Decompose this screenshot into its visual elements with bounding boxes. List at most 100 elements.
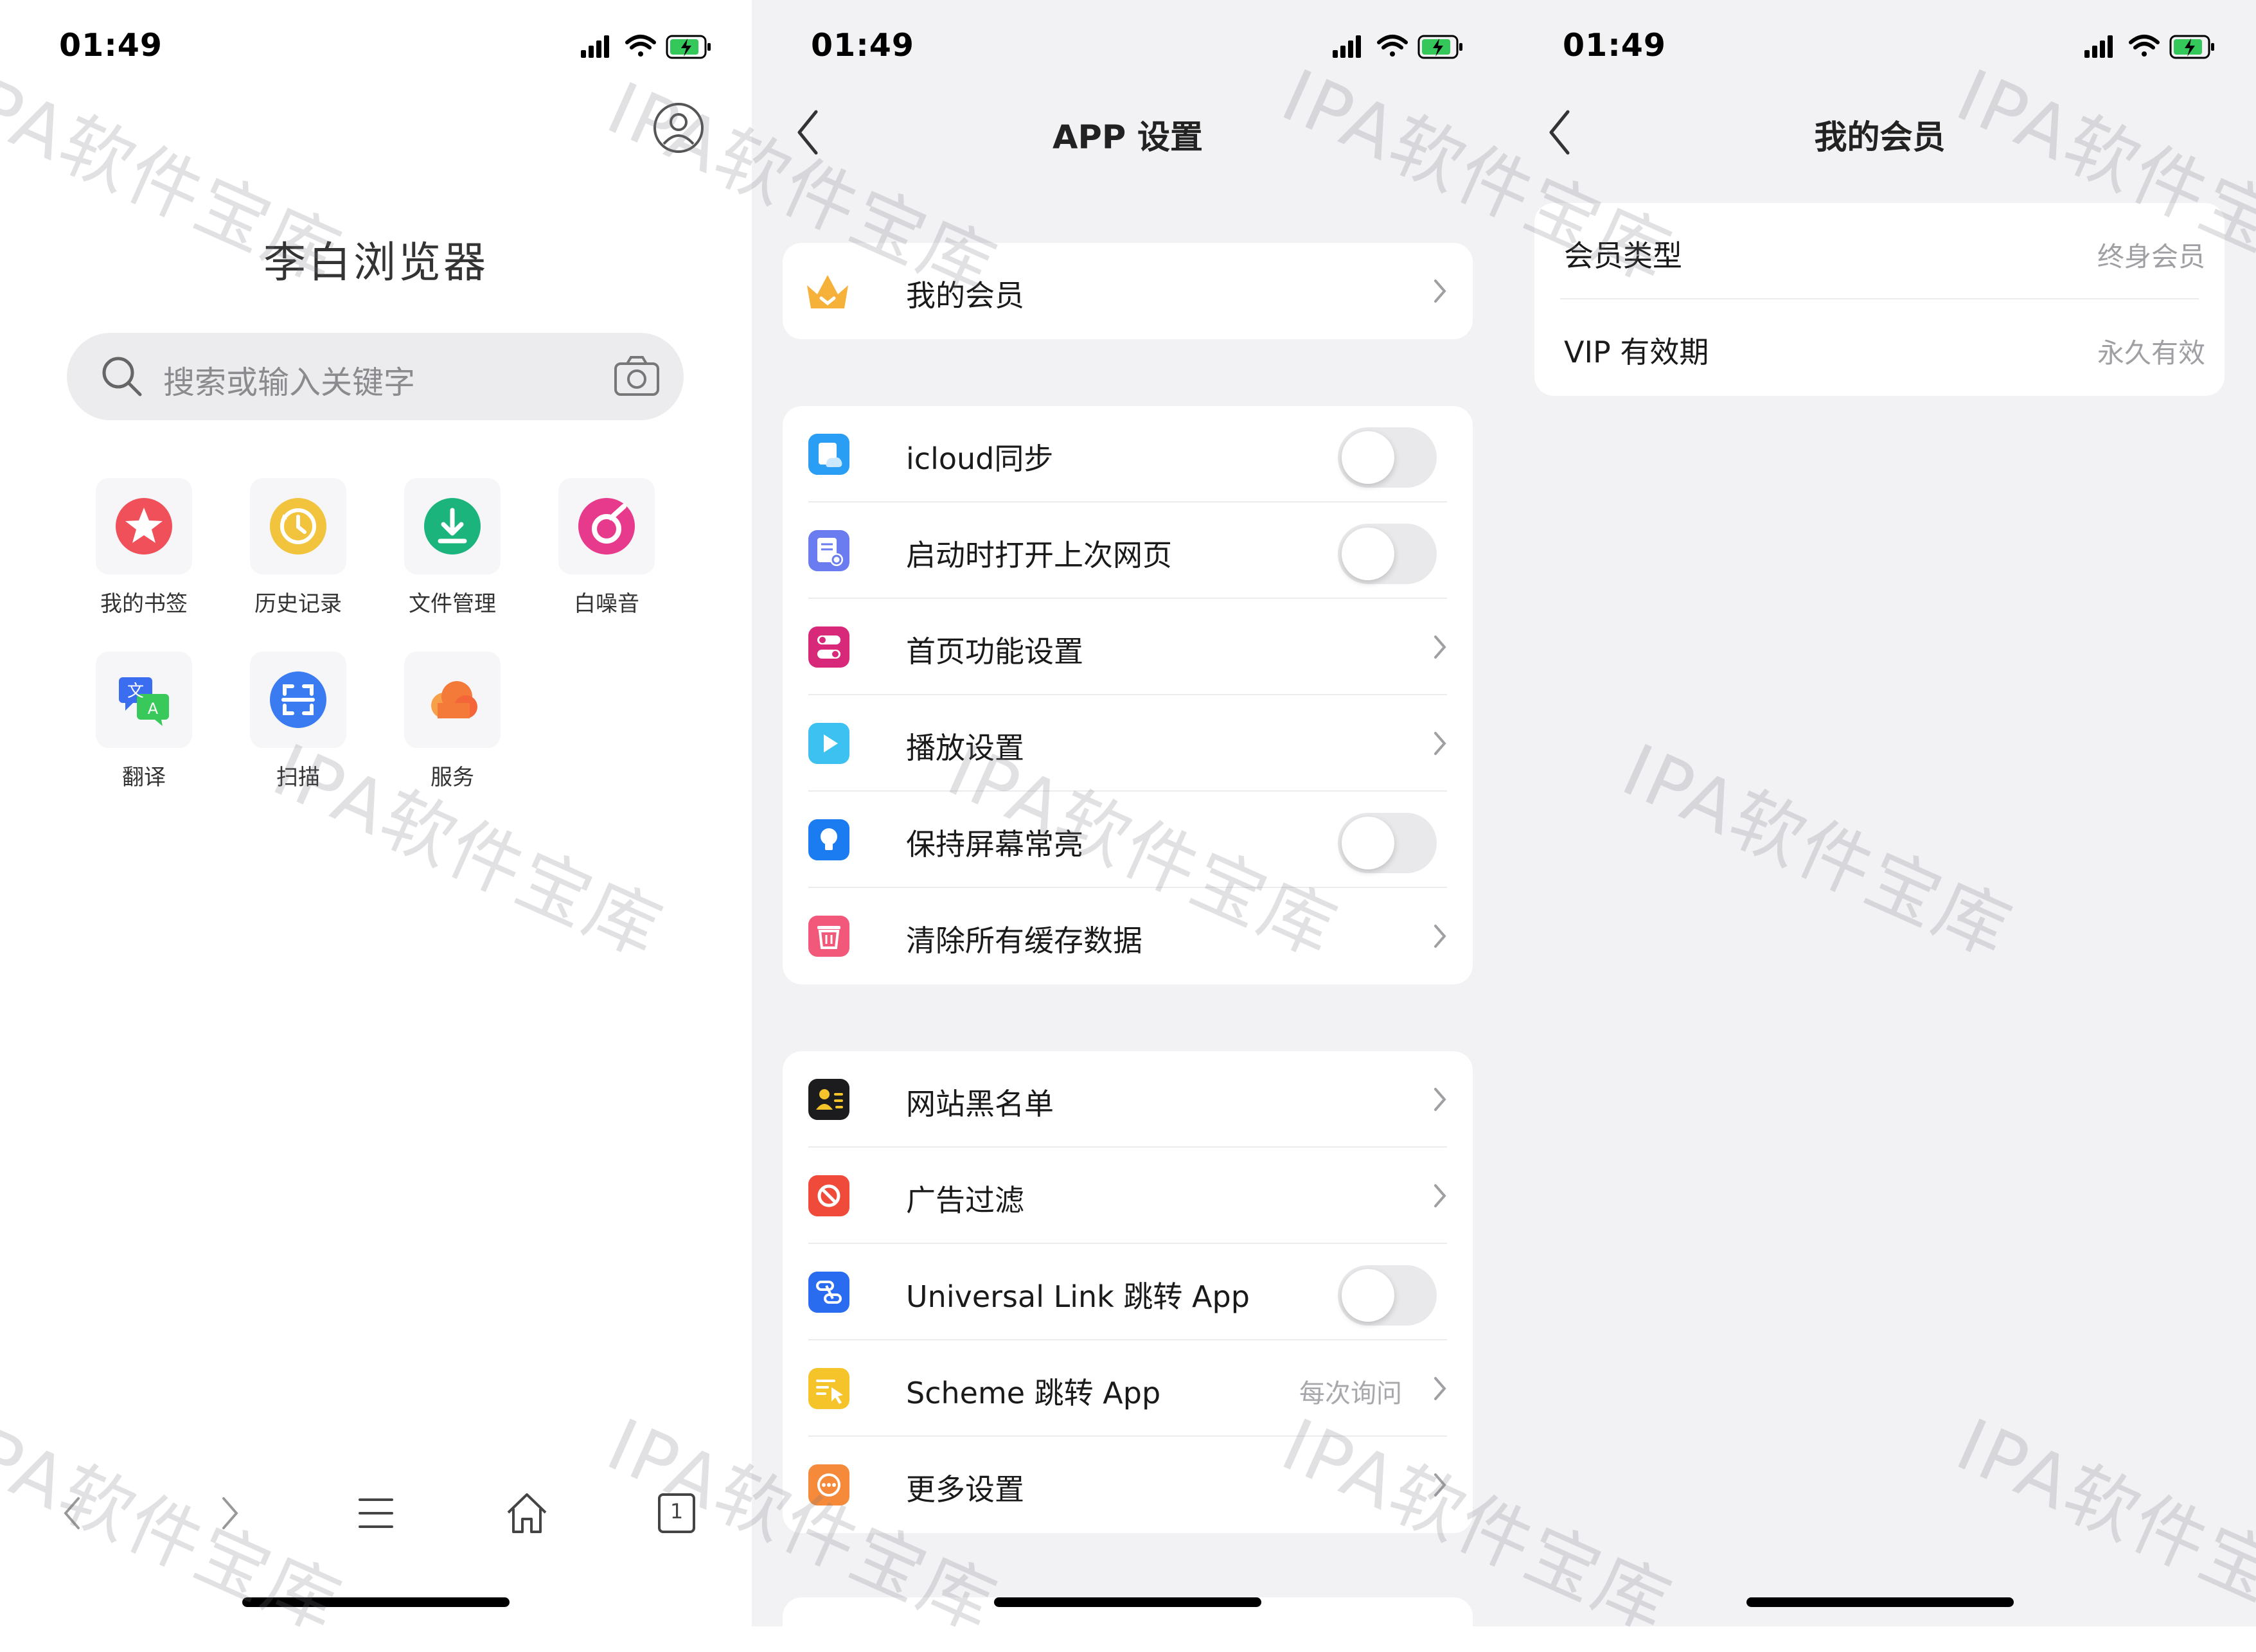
settings-row-membership[interactable]: 我的会员	[783, 243, 1473, 339]
translate-icon: 文 A	[119, 677, 169, 726]
chevron-right-icon	[1434, 925, 1446, 948]
row-label: 启动时打开上次网页	[906, 538, 1172, 573]
scheme-icon	[808, 1368, 849, 1409]
profile-icon[interactable]	[652, 102, 705, 154]
chevron-right-icon	[1434, 635, 1446, 659]
tile	[96, 478, 192, 574]
crown-icon	[807, 275, 848, 308]
block-icon	[808, 1175, 849, 1216]
restore-last-page-toggle[interactable]	[1338, 524, 1437, 584]
shortcut-history[interactable]: 历史记录	[234, 478, 362, 617]
tile	[250, 652, 346, 748]
membership-card[interactable]: 我的会员	[783, 243, 1473, 339]
search-placeholder[interactable]: 搜索或输入关键字	[163, 357, 415, 403]
row-label: 首页功能设置	[906, 634, 1083, 669]
wifi-icon	[625, 35, 656, 57]
keep-screen-on-toggle[interactable]	[1338, 813, 1437, 873]
settings-row-playback[interactable]: 播放设置	[783, 695, 1473, 792]
settings-row-scheme[interactable]: Scheme 跳转 App 每次询问	[783, 1340, 1473, 1437]
wifi-icon	[1377, 35, 1408, 57]
tile: 文 A	[96, 652, 192, 748]
settings-row-keep-screen-on[interactable]: 保持屏幕常亮	[783, 792, 1473, 888]
settings-row-ad-filter[interactable]: 广告过滤	[783, 1148, 1473, 1244]
app-settings-screen: 01:49 APP 设置 我的会员 icloud同步 启动时打开上次网页 首页功…	[752, 0, 1504, 1626]
tile	[250, 478, 346, 574]
shortcut-services[interactable]: 服务	[388, 652, 517, 791]
status-icons	[2084, 31, 2219, 63]
camera-icon[interactable]	[613, 355, 661, 398]
settings-row-icloud-sync[interactable]: icloud同步	[783, 406, 1473, 502]
toggle-knob	[1342, 1269, 1394, 1322]
shortcut-white-noise[interactable]: 白噪音	[542, 478, 671, 617]
wifi-icon	[2129, 35, 2160, 57]
shortcut-files[interactable]: 文件管理	[388, 478, 517, 617]
toggle-knob	[1342, 528, 1394, 580]
home-indicator	[994, 1597, 1261, 1607]
shortcut-bookmarks[interactable]: 我的书签	[80, 478, 208, 617]
status-time: 01:49	[1563, 27, 1666, 64]
settings-row-blacklist[interactable]: 网站黑名单	[783, 1051, 1473, 1148]
chevron-right-icon	[1434, 280, 1446, 303]
tile	[404, 478, 501, 574]
icloud-sync-toggle[interactable]	[1338, 427, 1437, 488]
row-label: 会员类型	[1564, 238, 1682, 273]
shortcut-scan[interactable]: 扫描	[234, 652, 362, 791]
music-icon	[578, 498, 635, 555]
row-label: Scheme 跳转 App	[906, 1376, 1161, 1410]
restore-page-icon	[808, 530, 849, 571]
settings-row-more[interactable]: 更多设置	[783, 1437, 1473, 1533]
shortcut-label: 我的书签	[100, 591, 188, 617]
search-icon	[102, 357, 142, 396]
trash-icon	[808, 916, 849, 957]
app-title: 李白浏览器	[263, 238, 488, 287]
search-bar[interactable]: 搜索或输入关键字	[67, 333, 684, 420]
download-icon	[424, 498, 481, 555]
home-icon[interactable]	[498, 1484, 556, 1542]
row-label: 网站黑名单	[906, 1087, 1054, 1121]
settings-group-general: icloud同步 启动时打开上次网页 首页功能设置 播放设置 保持屏幕常亮 清除…	[783, 406, 1473, 984]
battery-icon	[1417, 35, 1462, 59]
settings-row-clear-cache[interactable]: 清除所有缓存数据	[783, 888, 1473, 984]
bulb-icon	[808, 819, 849, 860]
status-icons	[1333, 31, 1468, 63]
tile	[404, 652, 501, 748]
membership-row-type: 会员类型 终身会员	[1534, 203, 2225, 299]
blacklist-icon	[808, 1079, 849, 1120]
settings-row-restore-last-page[interactable]: 启动时打开上次网页	[783, 502, 1473, 599]
row-value: 永久有效	[2097, 337, 2205, 369]
row-label: 保持屏幕常亮	[906, 827, 1083, 862]
tab-count: 1	[670, 1499, 684, 1523]
signal-icon	[581, 35, 609, 58]
universal-link-toggle[interactable]	[1338, 1265, 1437, 1326]
status-time: 01:49	[811, 27, 914, 64]
star-icon	[116, 498, 172, 555]
link-icon	[808, 1272, 849, 1313]
back-arrow-icon[interactable]	[45, 1484, 103, 1542]
row-label: 我的会员	[906, 278, 1024, 313]
row-label: 清除所有缓存数据	[906, 923, 1142, 958]
home-function-icon	[808, 626, 849, 668]
row-label: 播放设置	[906, 731, 1024, 765]
svg-text:文: 文	[127, 682, 144, 701]
tile	[558, 478, 655, 574]
forward-arrow-icon[interactable]	[199, 1484, 257, 1542]
shortcut-translate[interactable]: 文 A 翻译	[80, 652, 208, 791]
chevron-right-icon	[1434, 1184, 1446, 1207]
status-time: 01:49	[59, 27, 163, 64]
settings-row-universal-link[interactable]: Universal Link 跳转 App	[783, 1244, 1473, 1340]
menu-icon[interactable]	[347, 1484, 405, 1542]
battery-icon	[666, 35, 711, 59]
row-label: VIP 有效期	[1564, 335, 1709, 369]
settings-row-home-functions[interactable]: 首页功能设置	[783, 599, 1473, 695]
play-icon	[808, 723, 849, 764]
bottom-toolbar: 1	[0, 1484, 752, 1542]
row-label: icloud同步	[906, 441, 1054, 476]
membership-info-card: 会员类型 终身会员 VIP 有效期 永久有效	[1534, 203, 2225, 396]
chevron-right-icon	[1434, 1473, 1446, 1497]
shortcut-label: 扫描	[276, 765, 320, 790]
more-settings-icon	[808, 1464, 849, 1505]
row-label: 广告过滤	[906, 1183, 1024, 1218]
tabs-button[interactable]: 1	[648, 1484, 706, 1542]
row-label: Universal Link 跳转 App	[906, 1279, 1250, 1314]
icloud-icon	[808, 434, 849, 475]
